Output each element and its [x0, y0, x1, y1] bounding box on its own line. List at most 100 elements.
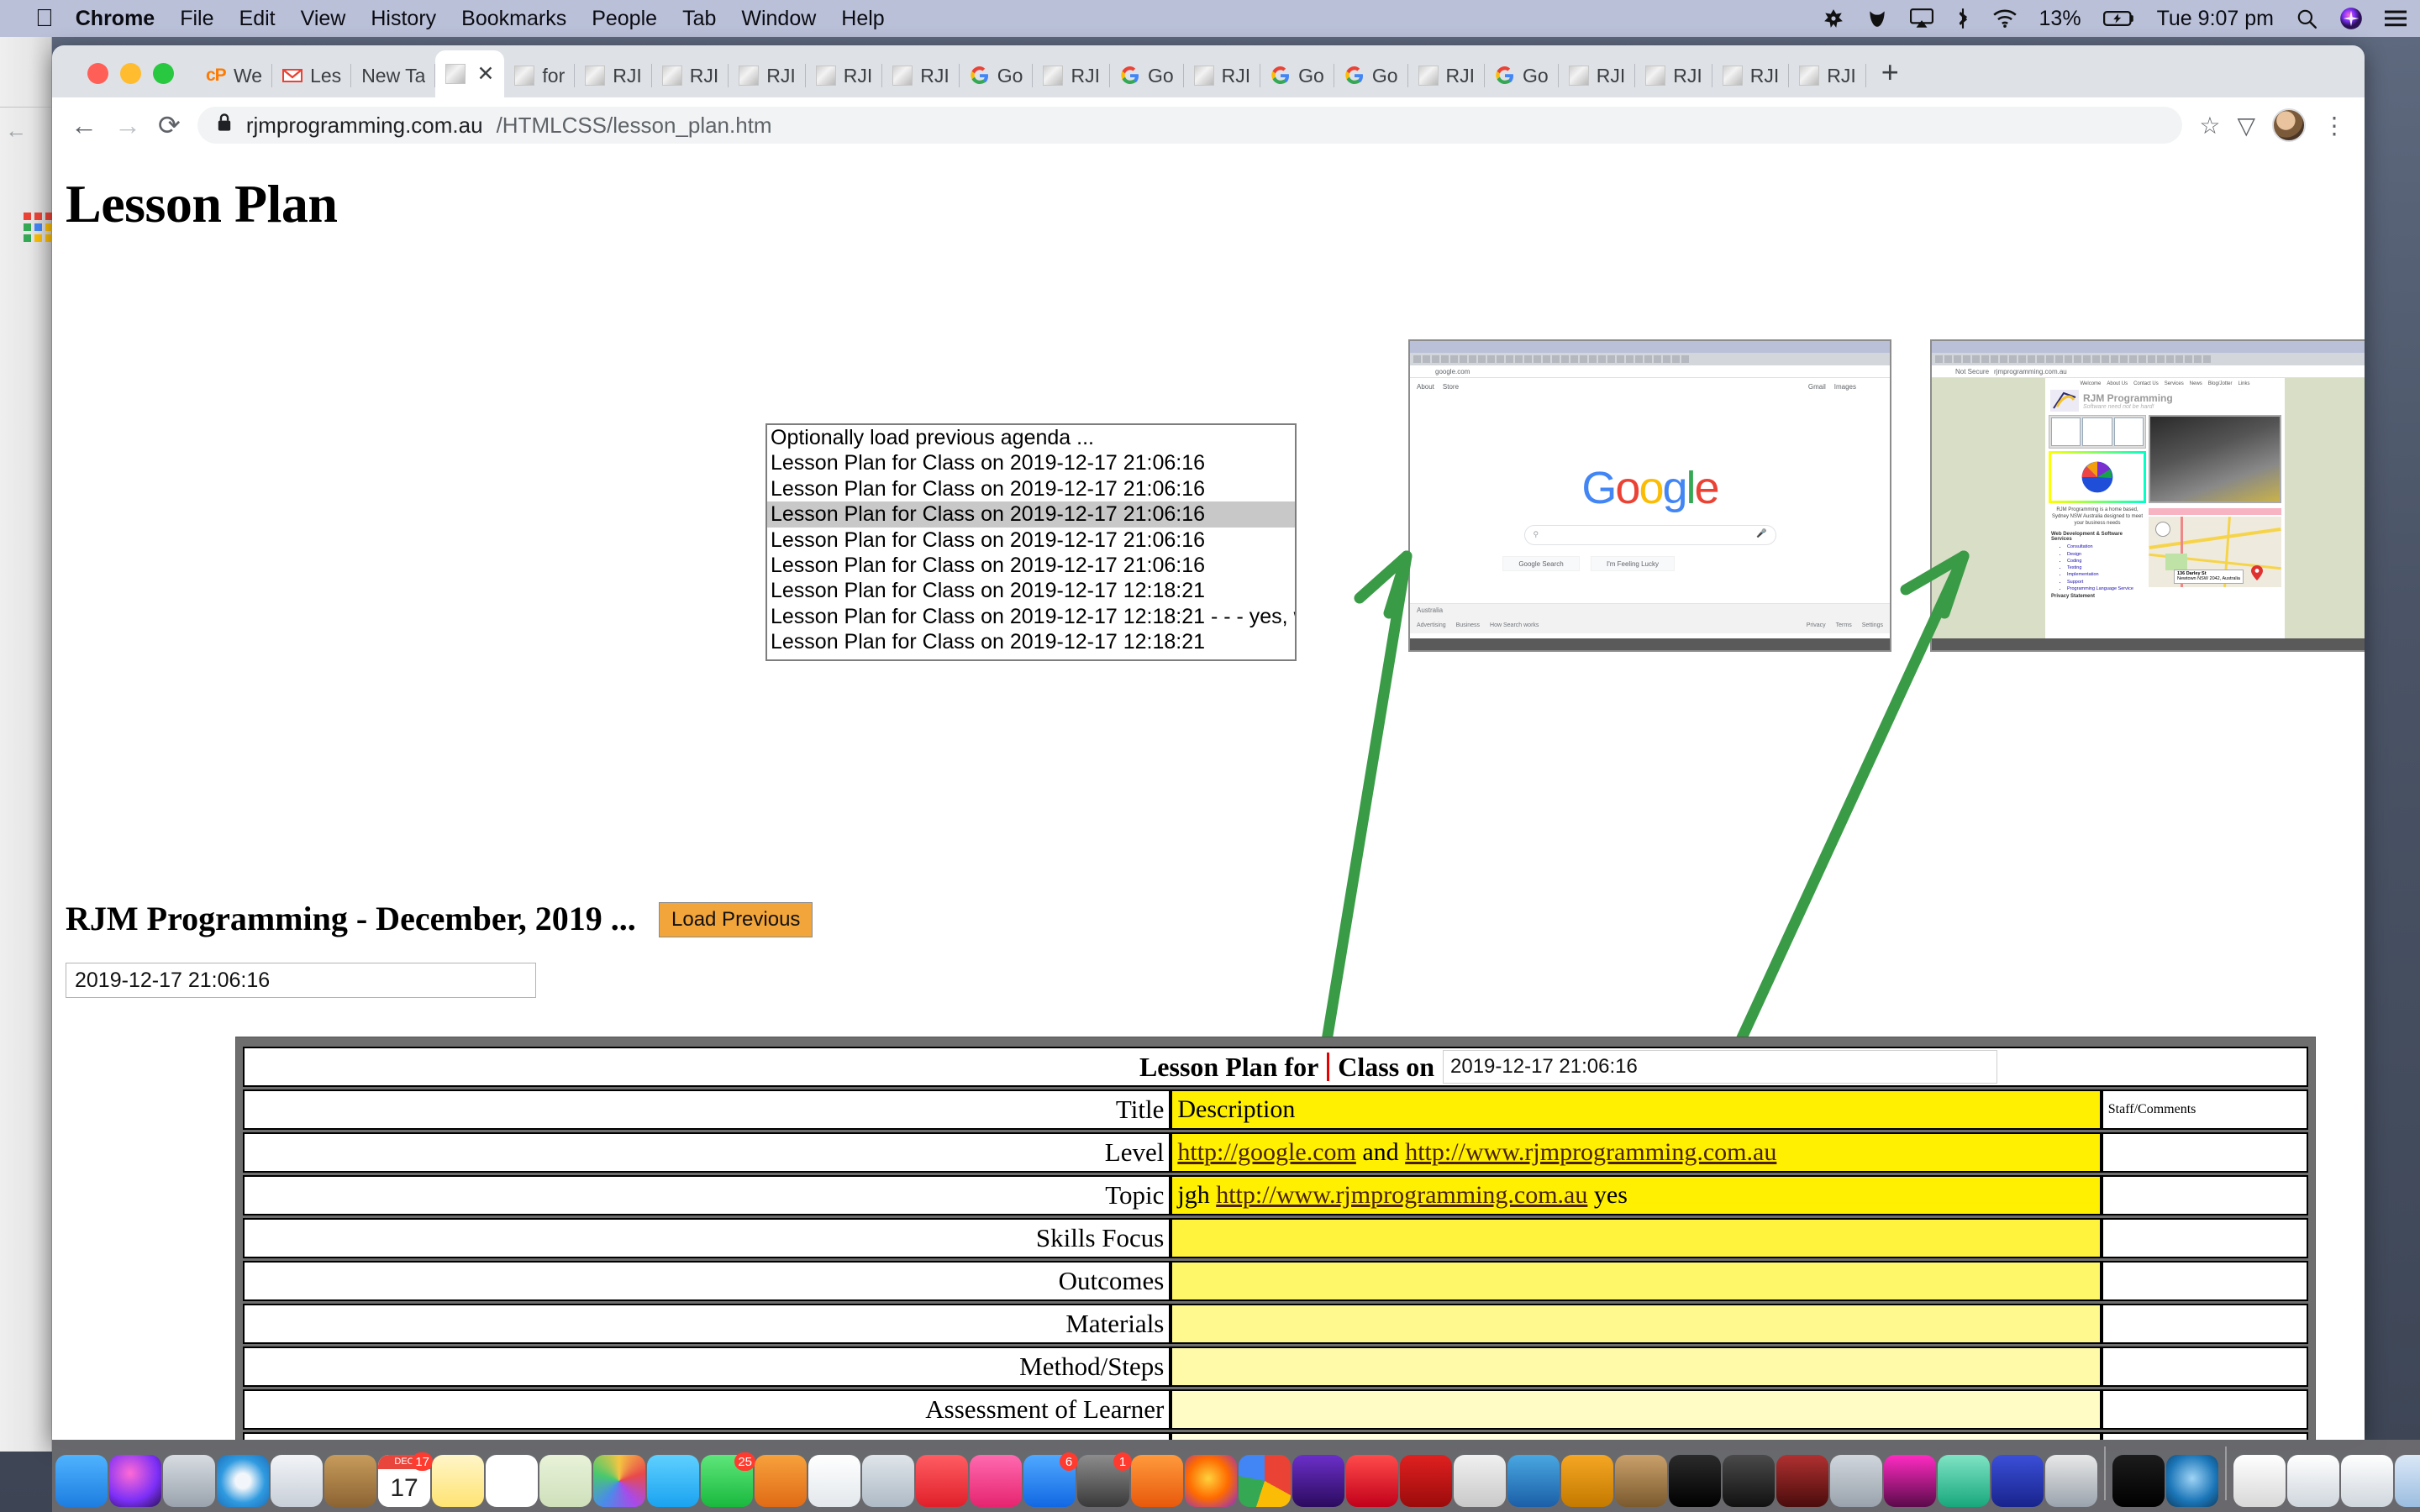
dock-mail-icon[interactable] [271, 1455, 323, 1507]
dock-photos-icon[interactable] [593, 1455, 645, 1507]
dock-xampp-icon[interactable] [1561, 1455, 1613, 1507]
agenda-option[interactable]: Lesson Plan for Class on 2019-12-17 21:0… [767, 450, 1295, 475]
browser-tab[interactable]: Go [1110, 54, 1184, 97]
row-value-cell[interactable] [1171, 1432, 2102, 1440]
dock-preview-icon[interactable] [2045, 1455, 2097, 1507]
bluetooth-icon[interactable] [1955, 8, 1970, 29]
dock-minimized-document-window[interactable] [2233, 1455, 2286, 1507]
agenda-option[interactable]: Lesson Plan for Class on 2019-12-17 21:0… [767, 553, 1295, 578]
browser-tab[interactable]: for [504, 54, 576, 97]
menu-item-window[interactable]: Window [741, 7, 816, 31]
google-screenshot-thumbnail[interactable]: google.com About Store Gmail Images Goog… [1408, 339, 1891, 652]
menu-item-tab[interactable]: Tab [682, 7, 716, 31]
inline-link[interactable]: http://www.rjmprogramming.com.au [1405, 1138, 1776, 1166]
browser-tab[interactable]: RJI [1033, 54, 1110, 97]
menu-item-people[interactable]: People [592, 7, 657, 31]
background-window-back-arrow[interactable]: ← [5, 118, 27, 144]
wifi-icon[interactable] [1992, 8, 2018, 29]
browser-tab[interactable]: RJI [1789, 54, 1866, 97]
browser-tab[interactable]: RJI [1635, 54, 1712, 97]
menu-item-history[interactable]: History [371, 7, 436, 31]
dock-mamp-icon[interactable] [1454, 1455, 1506, 1507]
dock-launchpad-icon[interactable] [163, 1455, 215, 1507]
agenda-option[interactable]: Lesson Plan for Class on 2019-12-17 12:1… [767, 655, 1295, 659]
dock-photoshop-icon[interactable] [1292, 1455, 1344, 1507]
row-staff-cell[interactable] [2101, 1218, 2308, 1258]
row-staff-cell[interactable] [2101, 1132, 2308, 1173]
google-apps-grid-icon[interactable] [24, 213, 53, 242]
browser-tab[interactable]: RJI [1712, 54, 1790, 97]
agenda-option[interactable]: Lesson Plan for Class on 2019-12-17 21:0… [767, 501, 1295, 528]
dock-messages-icon[interactable] [647, 1455, 699, 1507]
apple-menu-icon[interactable]:  [35, 6, 54, 31]
dock-minimized-blue-window[interactable] [2395, 1455, 2420, 1507]
dock-facetime-icon[interactable]: 25 [701, 1452, 755, 1507]
dock-system-preferences-icon[interactable]: 1 [1077, 1452, 1132, 1507]
previous-agenda-listbox[interactable]: Optionally load previous agenda ... Lesso… [765, 423, 1297, 661]
minimize-window-button[interactable] [120, 63, 141, 84]
address-bar[interactable]: rjmprogramming.com.au/HTMLCSS/lesson_pla… [197, 107, 2183, 144]
spotlight-search-icon[interactable] [2296, 8, 2317, 29]
airplay-icon[interactable] [1909, 8, 1933, 29]
browser-tab[interactable]: RJI [882, 54, 960, 97]
dock-safari-icon[interactable] [217, 1455, 269, 1507]
agenda-option[interactable]: Lesson Plan for Class on 2019-12-17 12:1… [767, 629, 1295, 654]
dock-gimp-icon[interactable] [1615, 1455, 1667, 1507]
row-value-cell[interactable] [1171, 1389, 2102, 1430]
battery-charging-icon[interactable] [2102, 9, 2135, 28]
row-value-cell[interactable] [1171, 1347, 2102, 1387]
dock-wampserver-icon[interactable] [1507, 1455, 1560, 1507]
dock-calendar-icon[interactable]: DEC 17 17 [378, 1452, 433, 1507]
agenda-option[interactable]: Optionally load previous agenda ... [767, 425, 1295, 450]
profile-avatar[interactable] [2272, 108, 2306, 142]
dock-keynote-icon[interactable] [862, 1455, 914, 1507]
dock-dvd-player-icon[interactable] [1776, 1455, 1828, 1507]
browser-tab[interactable]: Go [1334, 54, 1408, 97]
dock-filezilla-icon[interactable] [1400, 1455, 1452, 1507]
dock-finder-icon[interactable] [55, 1455, 108, 1507]
browser-tab[interactable]: Les [272, 54, 352, 97]
dock-minimized-chrome-window[interactable] [2341, 1455, 2393, 1507]
menu-item-view[interactable]: View [301, 7, 346, 31]
dock-sketch-icon[interactable] [1938, 1455, 1990, 1507]
browser-tab[interactable]: RJI [1408, 54, 1486, 97]
row-staff-cell[interactable] [2101, 1261, 2308, 1301]
browser-tab[interactable]: ✕ [435, 50, 505, 97]
extension-icon[interactable]: ▽ [2237, 112, 2255, 139]
bartender-icon[interactable] [1866, 8, 1888, 29]
row-value-cell[interactable] [1171, 1218, 2102, 1258]
dock-itunes-icon[interactable] [970, 1455, 1022, 1507]
dock-maps-icon[interactable] [539, 1455, 592, 1507]
dock-rstudio-icon[interactable] [1830, 1455, 1882, 1507]
tab-close-icon[interactable]: ✕ [476, 63, 494, 85]
browser-tab[interactable]: RJI [1559, 54, 1636, 97]
browser-tab[interactable]: Go [1485, 54, 1559, 97]
dock-notes-icon[interactable] [432, 1455, 484, 1507]
dock-contacts-icon[interactable] [324, 1455, 376, 1507]
dock-app-store-icon[interactable]: 6 [1023, 1452, 1078, 1507]
menu-item-bookmarks[interactable]: Bookmarks [461, 7, 566, 31]
dock-terminal-icon[interactable] [1669, 1455, 1721, 1507]
maximize-window-button[interactable] [153, 63, 174, 84]
dock-aperture-icon[interactable] [1131, 1455, 1183, 1507]
row-value-cell[interactable]: http://google.com and http://www.rjmprog… [1171, 1132, 2102, 1173]
row-staff-cell[interactable] [2101, 1389, 2308, 1430]
browser-tab[interactable]: New Ta [351, 54, 436, 97]
agenda-option[interactable]: Lesson Plan for Class on 2019-12-17 12:1… [767, 578, 1295, 603]
agenda-option[interactable]: Lesson Plan for Class on 2019-12-17 12:1… [767, 604, 1295, 629]
browser-tab[interactable]: RJI [1184, 54, 1261, 97]
browser-tab[interactable]: RJI [575, 54, 652, 97]
dock-firefox-icon[interactable] [1185, 1455, 1237, 1507]
dock-news-icon[interactable] [755, 1455, 807, 1507]
background-window-sliver[interactable]: ← [0, 37, 53, 1452]
siri-icon[interactable] [2339, 7, 2363, 30]
menu-item-file[interactable]: File [180, 7, 213, 31]
dock-opera-icon[interactable] [1346, 1455, 1398, 1507]
new-tab-button[interactable]: + [1866, 57, 1914, 97]
close-window-button[interactable] [87, 63, 108, 84]
browser-tab[interactable]: Go [1260, 54, 1334, 97]
forward-button[interactable]: → [114, 112, 141, 139]
row-value-cell[interactable] [1171, 1261, 2102, 1301]
dock-quicktime-icon[interactable] [2166, 1455, 2218, 1507]
dock-inkscape-icon[interactable] [1723, 1455, 1775, 1507]
